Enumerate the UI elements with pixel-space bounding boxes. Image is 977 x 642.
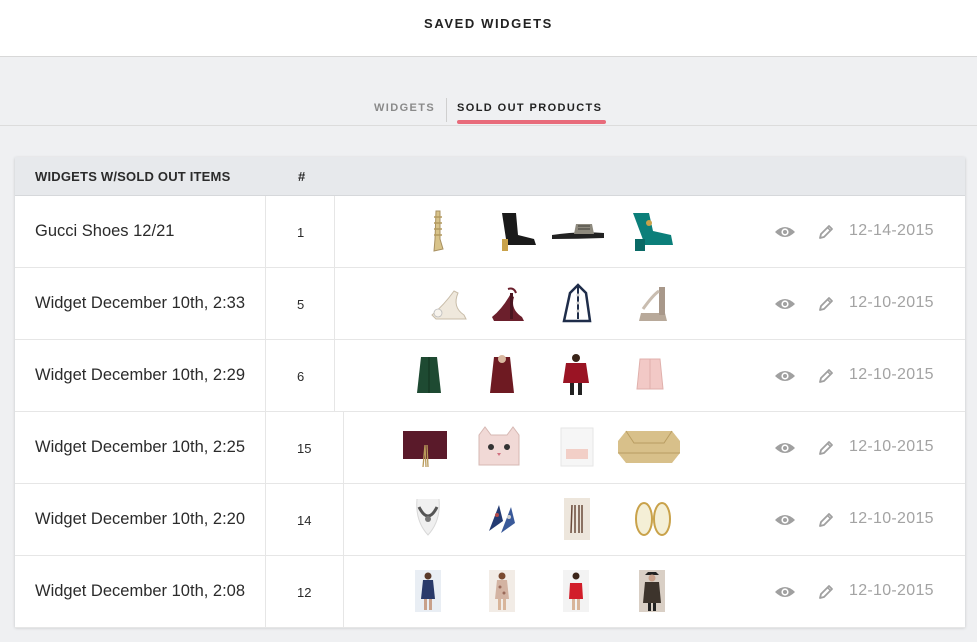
widget-date: 12-10-2015	[849, 582, 934, 599]
product-thumbnail-black-ankle-boot[interactable]	[488, 208, 538, 254]
pencil-icon[interactable]	[817, 367, 835, 390]
product-thumbnail-gold-minaudiere[interactable]	[618, 424, 680, 470]
column-header-widgets: WIDGETS W/SOLD OUT ITEMS	[35, 169, 231, 184]
table-row[interactable]: Widget December 10th, 2:29 6 12-10-2015	[15, 340, 965, 412]
product-thumbnail-red-bandeau-dress[interactable]	[562, 568, 590, 614]
product-thumbnail-red-fur-jacket[interactable]	[561, 352, 591, 398]
product-thumbnail-metallic-platform-sandal[interactable]	[635, 280, 671, 326]
eye-icon[interactable]	[774, 369, 796, 388]
product-thumbnail-gold-gladiator-sandal[interactable]	[428, 208, 448, 254]
eye-icon[interactable]	[774, 225, 796, 244]
tab-sold-out-products[interactable]: SOLD OUT PRODUCTS	[457, 102, 602, 114]
column-divider	[343, 412, 344, 483]
top-bar: SAVED WIDGETS	[0, 0, 977, 57]
table-row[interactable]: Gucci Shoes 12/21 1 12-14-2015	[15, 196, 965, 268]
widget-name[interactable]: Widget December 10th, 2:25	[35, 438, 245, 457]
table-header: WIDGETS W/SOLD OUT ITEMS #	[15, 157, 965, 196]
eye-icon[interactable]	[774, 585, 796, 604]
column-divider	[265, 196, 266, 267]
product-thumbnail-sequin-jacket-look[interactable]	[638, 568, 666, 614]
product-thumbnail-green-fur-coat[interactable]	[415, 352, 443, 398]
pencil-icon[interactable]	[817, 511, 835, 534]
column-divider	[265, 556, 266, 627]
widget-date: 12-10-2015	[849, 366, 934, 383]
column-header-count: #	[298, 169, 306, 184]
widget-date: 12-10-2015	[849, 294, 934, 311]
product-thumbnail-teal-pump[interactable]	[627, 208, 675, 254]
pencil-icon[interactable]	[817, 583, 835, 606]
product-thumbnail-gold-drop-earrings[interactable]	[633, 496, 673, 542]
page-title: SAVED WIDGETS	[424, 16, 553, 31]
sold-out-count: 5	[297, 297, 305, 312]
product-thumbnail-jeweled-earrings[interactable]	[485, 496, 519, 542]
product-thumbnail-burgundy-fur-coat[interactable]	[488, 352, 516, 398]
table-row[interactable]: Widget December 10th, 2:25 15 12-10-2015	[15, 412, 965, 484]
widget-name[interactable]: Widget December 10th, 2:29	[35, 366, 245, 385]
table-row[interactable]: Widget December 10th, 2:08 12 12-10-2015	[15, 556, 965, 628]
product-thumbnail-black-slide-sandal[interactable]	[550, 208, 606, 254]
widget-name[interactable]: Widget December 10th, 2:08	[35, 582, 245, 601]
product-thumbnail-tassel-earrings[interactable]	[563, 496, 591, 542]
tab-divider	[446, 98, 447, 122]
product-thumbnail-cat-face-clutch[interactable]	[475, 424, 523, 470]
column-divider	[265, 484, 266, 555]
sold-out-count: 14	[297, 513, 312, 528]
product-thumbnail-navy-t-strap-sandal[interactable]	[560, 280, 596, 326]
widget-date: 12-10-2015	[849, 438, 934, 455]
pencil-icon[interactable]	[817, 295, 835, 318]
widget-date: 12-14-2015	[849, 222, 934, 239]
column-divider	[334, 196, 335, 267]
widget-name[interactable]: Gucci Shoes 12/21	[35, 222, 174, 241]
product-thumbnail-pink-fur-jacket[interactable]	[635, 352, 665, 398]
eye-icon[interactable]	[774, 441, 796, 460]
product-thumbnail-burgundy-ankle-strap-pump[interactable]	[488, 280, 528, 326]
eye-icon[interactable]	[774, 513, 796, 532]
sold-out-widgets-table: WIDGETS W/SOLD OUT ITEMS # Gucci Shoes 1…	[15, 157, 965, 628]
column-divider	[343, 484, 344, 555]
product-thumbnail-burgundy-tassel-clutch[interactable]	[401, 424, 449, 470]
column-divider	[265, 412, 266, 483]
column-divider	[343, 556, 344, 627]
table-row[interactable]: Widget December 10th, 2:33 5 12-10-2015	[15, 268, 965, 340]
product-thumbnail-sequin-mini-dress[interactable]	[414, 568, 442, 614]
column-divider	[334, 268, 335, 339]
table-row[interactable]: Widget December 10th, 2:20 14 12-10-2015	[15, 484, 965, 556]
product-thumbnail-embellished-white-pump[interactable]	[428, 280, 470, 326]
column-divider	[265, 340, 266, 411]
widget-name[interactable]: Widget December 10th, 2:20	[35, 510, 245, 529]
widget-date: 12-10-2015	[849, 510, 934, 527]
sold-out-count: 15	[297, 441, 312, 456]
sold-out-count: 1	[297, 225, 305, 240]
column-divider	[334, 340, 335, 411]
pencil-icon[interactable]	[817, 223, 835, 246]
pencil-icon[interactable]	[817, 439, 835, 462]
sold-out-count: 12	[297, 585, 312, 600]
widget-name[interactable]: Widget December 10th, 2:33	[35, 294, 245, 313]
column-divider	[265, 268, 266, 339]
product-thumbnail-blush-clutch[interactable]	[560, 424, 594, 470]
eye-icon[interactable]	[774, 297, 796, 316]
active-tab-indicator	[457, 120, 606, 124]
tab-bar: WIDGETS SOLD OUT PRODUCTS	[0, 95, 977, 126]
tab-widgets[interactable]: WIDGETS	[374, 102, 435, 114]
product-thumbnail-printed-mini-dress[interactable]	[488, 568, 516, 614]
product-thumbnail-statement-necklace[interactable]	[411, 496, 445, 542]
sold-out-count: 6	[297, 369, 305, 384]
